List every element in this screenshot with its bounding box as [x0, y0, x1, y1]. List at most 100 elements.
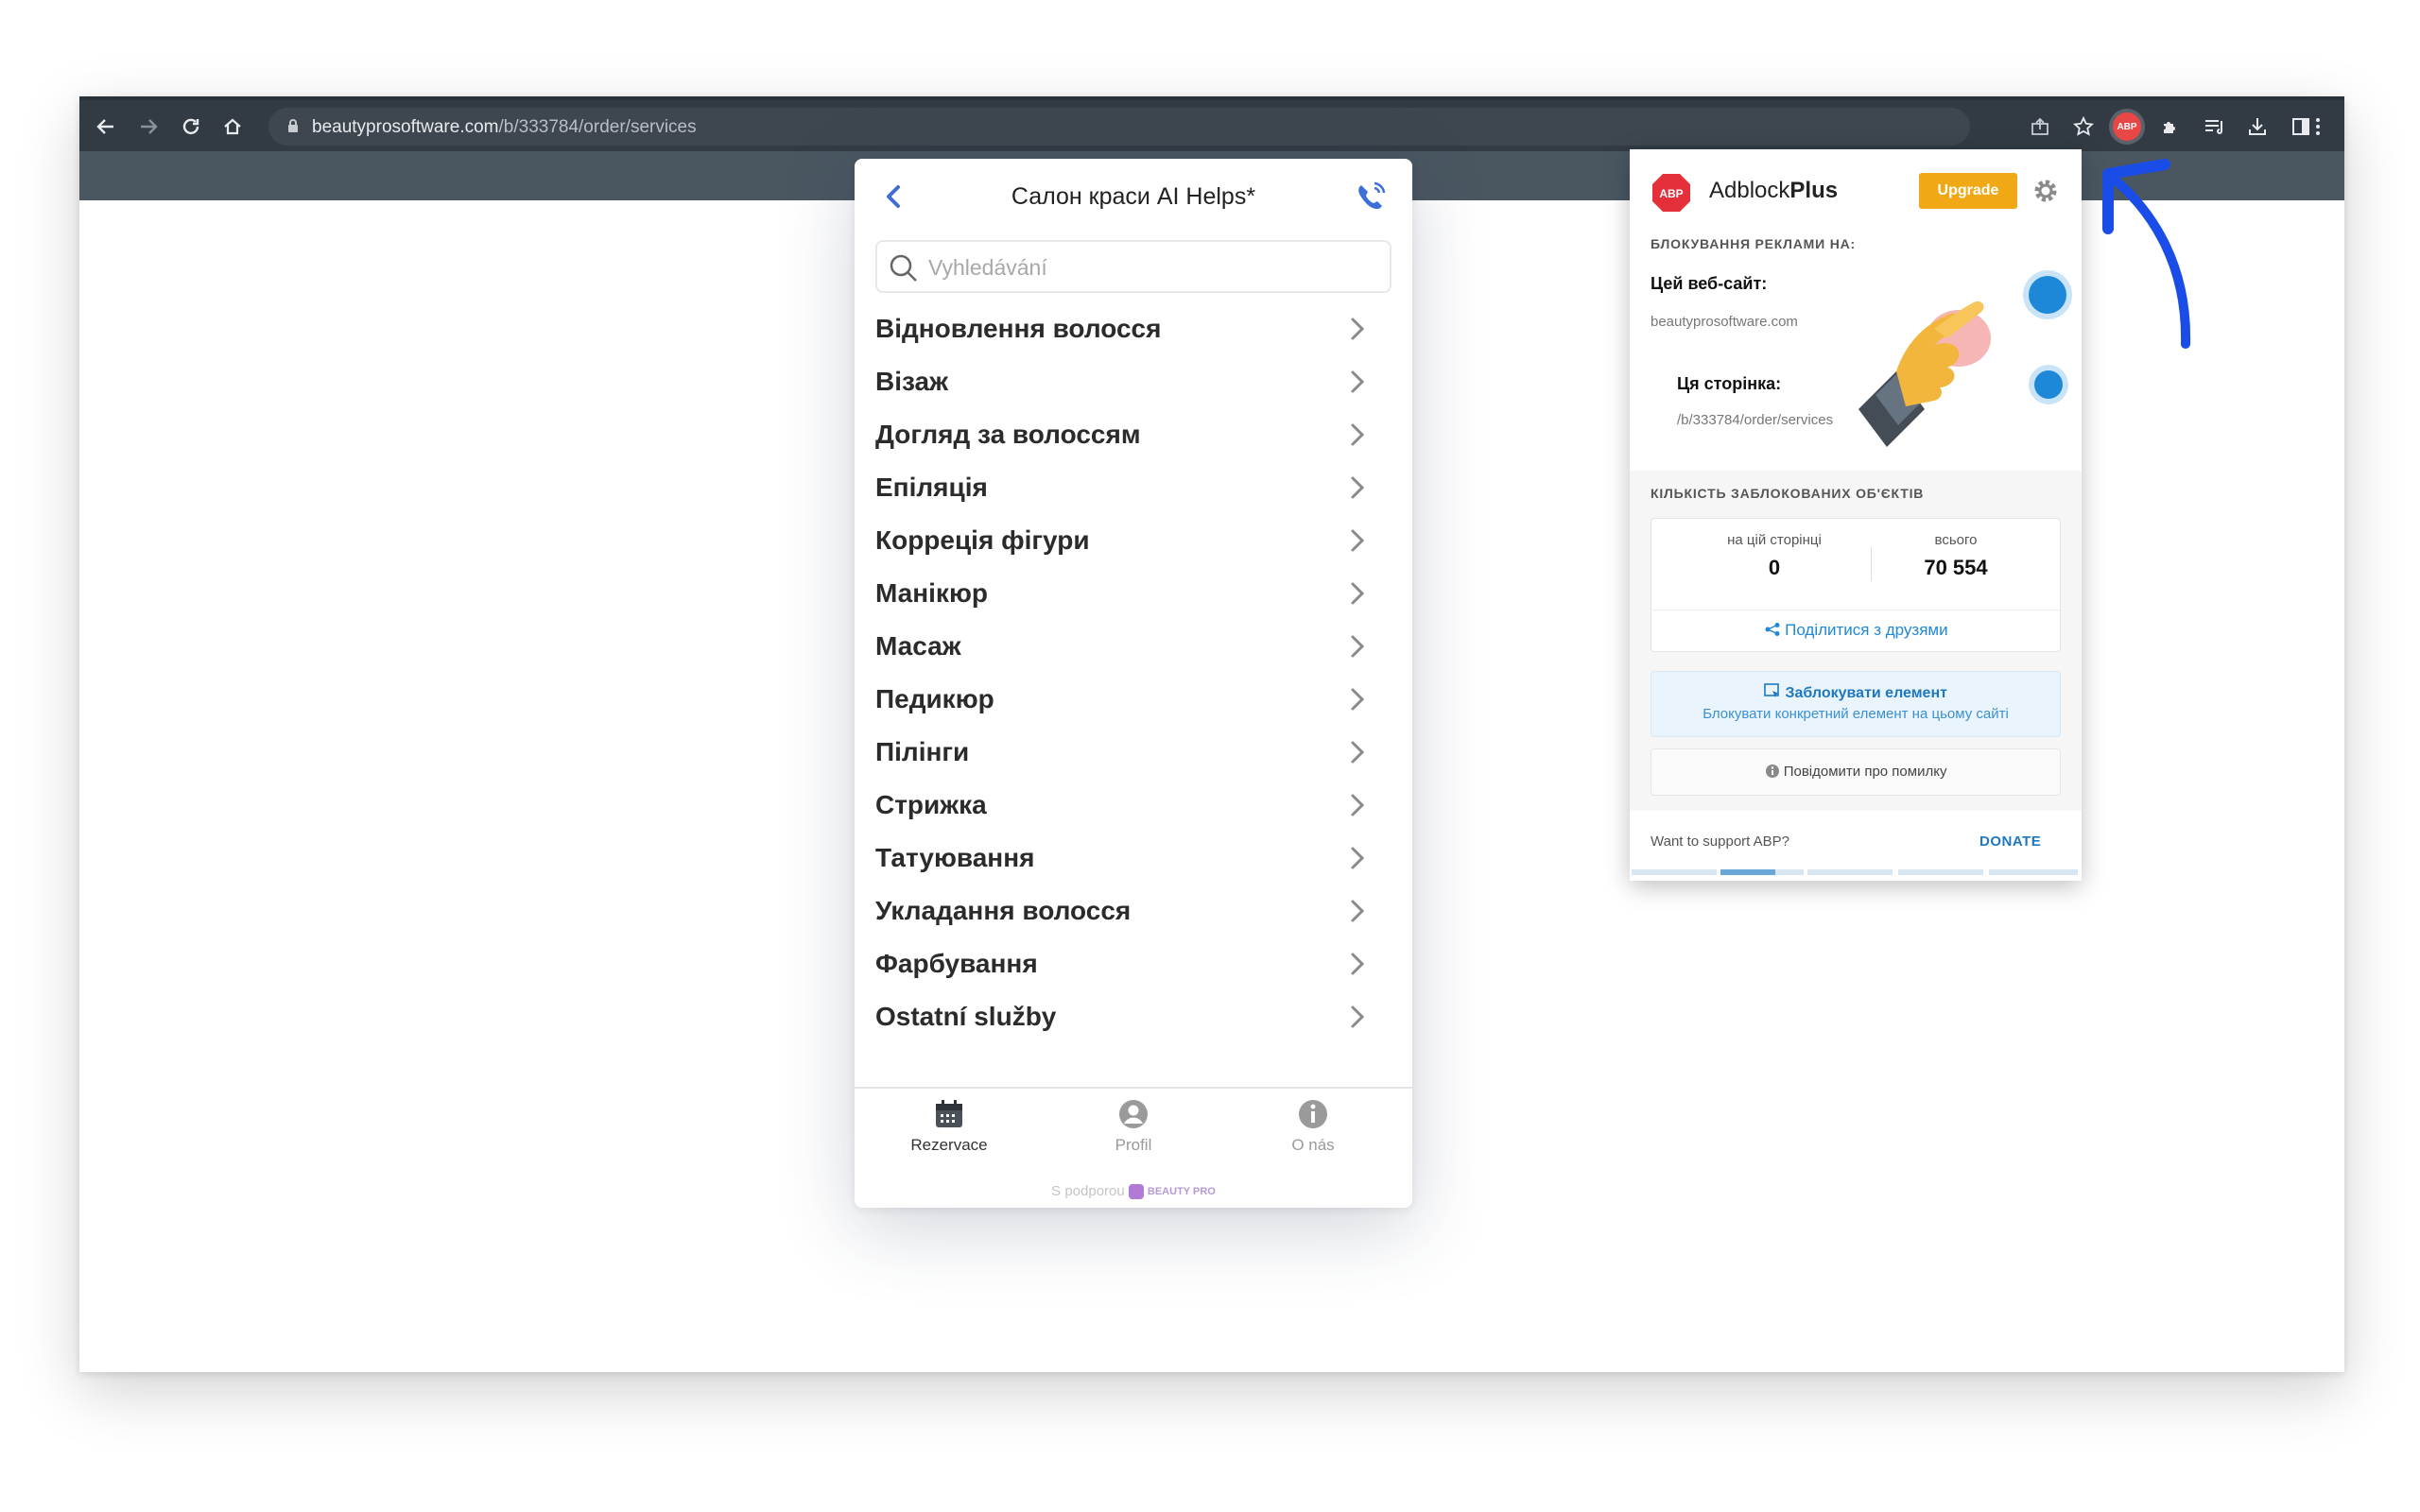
- search-box: [875, 240, 1392, 293]
- upgrade-button[interactable]: Upgrade: [1919, 173, 2017, 209]
- list-item[interactable]: Педикюр: [855, 673, 1412, 726]
- list-item[interactable]: Стрижка: [855, 779, 1412, 832]
- nav-profile[interactable]: Profil: [1039, 1098, 1228, 1155]
- nav-label: Profil: [1115, 1136, 1152, 1154]
- annotation-arrow: [2102, 159, 2191, 349]
- this-page-label: Ця сторінка:: [1677, 374, 1782, 393]
- category-label: Фарбування: [875, 949, 1038, 978]
- list-item[interactable]: Догляд за волоссям: [855, 408, 1412, 461]
- stat-value: 70 554: [1924, 556, 1988, 579]
- url-host: beautyprosoftware.com: [312, 117, 499, 137]
- url-text: beautyprosoftware.com/b/333784/order/ser…: [312, 117, 697, 138]
- chevron-right-icon: [1342, 737, 1373, 772]
- forward-icon[interactable]: [131, 110, 165, 144]
- share-label: Поділитися з друзями: [1785, 621, 1948, 639]
- widget-header: Салон краси AI Helps*: [855, 159, 1412, 234]
- address-bar[interactable]: beautyprosoftware.com/b/333784/order/ser…: [268, 108, 1970, 146]
- nav-about[interactable]: O nás: [1219, 1098, 1408, 1155]
- list-item[interactable]: Фарбування: [855, 937, 1412, 990]
- category-label: Епіляція: [875, 472, 988, 502]
- chevron-right-icon: [1342, 631, 1373, 666]
- stat-total: всього 70 554: [1861, 532, 2050, 580]
- info-icon: [1299, 1100, 1327, 1128]
- booking-widget: Салон краси AI Helps* Відновлення волосс…: [855, 159, 1412, 1208]
- phone-call-icon[interactable]: [1352, 178, 1390, 215]
- search-input[interactable]: [928, 253, 1373, 282]
- abp-extension-button[interactable]: ABP: [2110, 110, 2144, 144]
- block-element-title-text: Заблокувати елемент: [1785, 685, 1947, 701]
- progress-segment: [1775, 869, 1804, 875]
- abp-extension-icon: ABP: [2113, 112, 2141, 141]
- category-label: Татуювання: [875, 843, 1035, 872]
- category-label: Стрижка: [875, 790, 987, 819]
- list-item[interactable]: Відновлення волосся: [855, 302, 1412, 355]
- chevron-right-icon: [1342, 843, 1373, 878]
- select-element-icon: [1764, 683, 1780, 697]
- progress-segment: [1989, 869, 2078, 875]
- chevron-right-icon: [1342, 949, 1373, 984]
- progress-segment: [1807, 869, 1893, 875]
- powered-by: S podporou BEAUTY PRO: [855, 1183, 1412, 1200]
- list-item[interactable]: Татуювання: [855, 832, 1412, 885]
- chevron-right-icon: [1342, 578, 1373, 613]
- menu-kebab-icon[interactable]: [2301, 110, 2335, 144]
- category-label: Педикюр: [875, 684, 994, 713]
- progress-segment: [1632, 869, 1717, 875]
- page-toggle[interactable]: [2034, 370, 2063, 399]
- category-label: Масаж: [875, 631, 961, 661]
- abp-brand: AdblockPlus: [1709, 178, 1838, 204]
- blocking-on-label: БЛОКУВАННЯ РЕКЛАМИ НА:: [1651, 236, 1856, 251]
- report-issue-label: Повідомити про помилку: [1783, 764, 1947, 780]
- chevron-right-icon: [1342, 314, 1373, 349]
- blocked-count-label: КІЛЬКІСТЬ ЗАБЛОКОВАНИХ ОБ'ЄКТІВ: [1651, 486, 1925, 501]
- list-item[interactable]: Ostatní služby: [855, 990, 1412, 1043]
- salon-title: Салон краси AI Helps*: [1011, 183, 1256, 210]
- stat-value: 0: [1768, 556, 1781, 579]
- url-path: /b/333784/order/services: [498, 117, 697, 137]
- category-label: Укладання волосся: [875, 896, 1132, 925]
- beauty-pro-logo-icon: [1128, 1184, 1144, 1200]
- chevron-right-icon: [1342, 790, 1373, 825]
- list-item[interactable]: Епіляція: [855, 461, 1412, 514]
- page-path: /b/333784/order/services: [1677, 412, 1834, 428]
- abp-brand-suffix: Plus: [1789, 178, 1839, 203]
- list-item[interactable]: Манікюр: [855, 567, 1412, 620]
- stat-on-page: на цій сторінці 0: [1680, 532, 1869, 580]
- bookmark-star-icon[interactable]: [2066, 110, 2100, 144]
- nav-reservations[interactable]: Rezervace: [855, 1098, 1044, 1155]
- extensions-puzzle-icon[interactable]: [2153, 110, 2187, 144]
- reload-icon[interactable]: [174, 110, 208, 144]
- pointing-hand-icon: [1858, 301, 1991, 447]
- category-label: Ostatní služby: [875, 1002, 1057, 1031]
- stats-card: на цій сторінці 0 всього 70 554 Поділити…: [1651, 518, 2062, 652]
- share-page-icon[interactable]: [2023, 110, 2057, 144]
- list-item[interactable]: Корреція фігури: [855, 514, 1412, 567]
- list-item[interactable]: Візаж: [855, 355, 1412, 408]
- download-icon[interactable]: [2240, 110, 2274, 144]
- stat-label: на цій сторінці: [1727, 532, 1822, 548]
- chevron-right-icon: [1342, 420, 1373, 455]
- back-icon[interactable]: [89, 110, 123, 144]
- site-domain: beautyprosoftware.com: [1651, 314, 1798, 330]
- list-item[interactable]: Масаж: [855, 620, 1412, 673]
- beauty-pro-brand: BEAUTY PRO: [1147, 1186, 1216, 1198]
- settings-gear-icon[interactable]: [2032, 178, 2059, 209]
- stat-label: всього: [1934, 532, 1978, 548]
- category-list: Відновлення волосся Візаж Догляд за воло…: [855, 302, 1412, 1043]
- lock-icon: [287, 118, 299, 138]
- progress-segment: [1898, 869, 1983, 875]
- reading-list-icon[interactable]: [2197, 110, 2231, 144]
- chevron-right-icon: [1342, 472, 1373, 507]
- list-item[interactable]: Укладання волосся: [855, 885, 1412, 937]
- home-icon[interactable]: [216, 110, 250, 144]
- share-link[interactable]: Поділитися з друзями: [1651, 621, 2062, 640]
- donate-link[interactable]: DONATE: [1979, 833, 2041, 850]
- powered-by-text: S podporou: [1051, 1183, 1125, 1199]
- report-issue-button[interactable]: Повідомити про помилку: [1651, 748, 2061, 796]
- svg-text:ABP: ABP: [1659, 187, 1683, 200]
- block-element-title: Заблокувати елемент: [1651, 683, 2060, 702]
- browser-toolbar: beautyprosoftware.com/b/333784/order/ser…: [79, 96, 2344, 151]
- block-element-button[interactable]: Заблокувати елемент Блокувати конкретний…: [1651, 671, 2061, 737]
- category-label: Догляд за волоссям: [875, 420, 1141, 449]
- list-item[interactable]: Пілінги: [855, 726, 1412, 779]
